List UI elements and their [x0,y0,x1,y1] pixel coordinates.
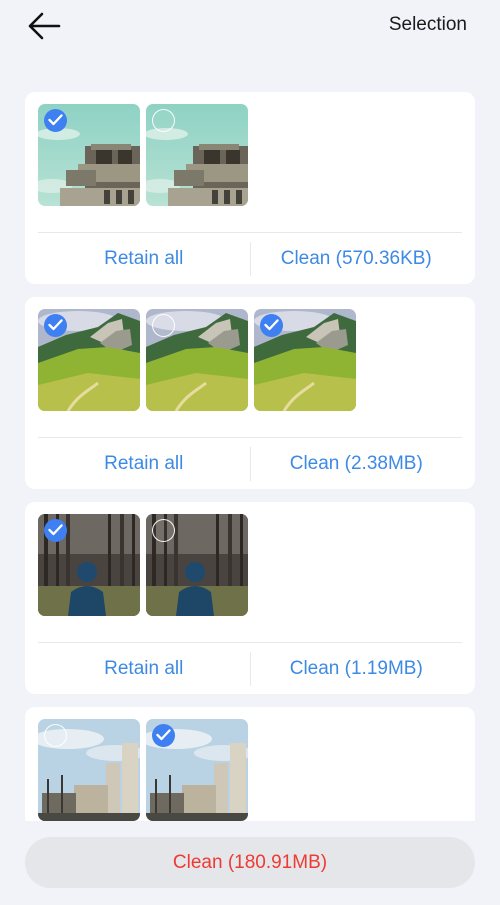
group-actions: Retain all Clean (570.36KB) [38,233,462,284]
group-actions: Retain all Clean (2.38MB) [38,438,462,489]
duplicate-group-card: Retain all Clean (2.38MB) [25,297,475,489]
checkmark-icon [48,524,63,536]
checkbox-unchecked[interactable] [44,724,67,747]
photo-row [38,309,462,411]
duplicate-group-card: Retain all Clean (570.36KB) [25,92,475,284]
group-actions: Retain all Clean (1.19MB) [38,643,462,694]
checkbox-checked[interactable] [44,109,67,132]
checkbox-checked[interactable] [260,314,283,337]
photo-row [38,719,462,821]
checkbox-unchecked[interactable] [152,519,175,542]
photo-thumbnail-industrial-plant[interactable] [146,719,248,821]
retain-all-button[interactable]: Retain all [38,453,250,475]
checkmark-icon [48,319,63,331]
photo-thumbnail-person-in-forest[interactable] [38,514,140,616]
retain-all-button[interactable]: Retain all [38,658,250,680]
checkbox-unchecked[interactable] [152,314,175,337]
checkbox-checked[interactable] [152,724,175,747]
photo-row [38,514,462,616]
duplicate-group-card: Retain all [25,707,475,821]
clean-all-button[interactable]: Clean (180.91MB) [25,837,475,888]
clean-group-button[interactable]: Clean (1.19MB) [251,658,463,680]
photo-thumbnail-ruined-building[interactable] [146,104,248,206]
bottom-bar: Clean (180.91MB) [0,821,500,905]
duplicate-group-card: Retain all Clean (1.19MB) [25,502,475,694]
duplicate-groups-list[interactable]: Retain all Clean (570.36KB) Retain all Clea… [25,92,475,821]
back-button[interactable] [24,8,64,44]
checkmark-icon [156,729,171,741]
retain-all-button[interactable]: Retain all [38,248,250,270]
checkbox-checked[interactable] [44,519,67,542]
photo-thumbnail-industrial-plant[interactable] [38,719,140,821]
clean-group-button[interactable]: Clean (2.38MB) [251,453,463,475]
photo-thumbnail-mountain-meadow[interactable] [38,309,140,411]
photo-thumbnail-mountain-meadow[interactable] [254,309,356,411]
photo-thumbnail-person-in-forest[interactable] [146,514,248,616]
checkbox-unchecked[interactable] [152,109,175,132]
checkmark-icon [264,319,279,331]
photo-thumbnail-ruined-building[interactable] [38,104,140,206]
arrow-left-icon [28,12,61,40]
checkbox-checked[interactable] [44,314,67,337]
selection-button[interactable]: Selection [389,14,467,36]
photo-thumbnail-mountain-meadow[interactable] [146,309,248,411]
clean-group-button[interactable]: Clean (570.36KB) [251,248,463,270]
checkmark-icon [48,114,63,126]
photo-row [38,104,462,206]
top-bar: Selection [0,0,500,52]
